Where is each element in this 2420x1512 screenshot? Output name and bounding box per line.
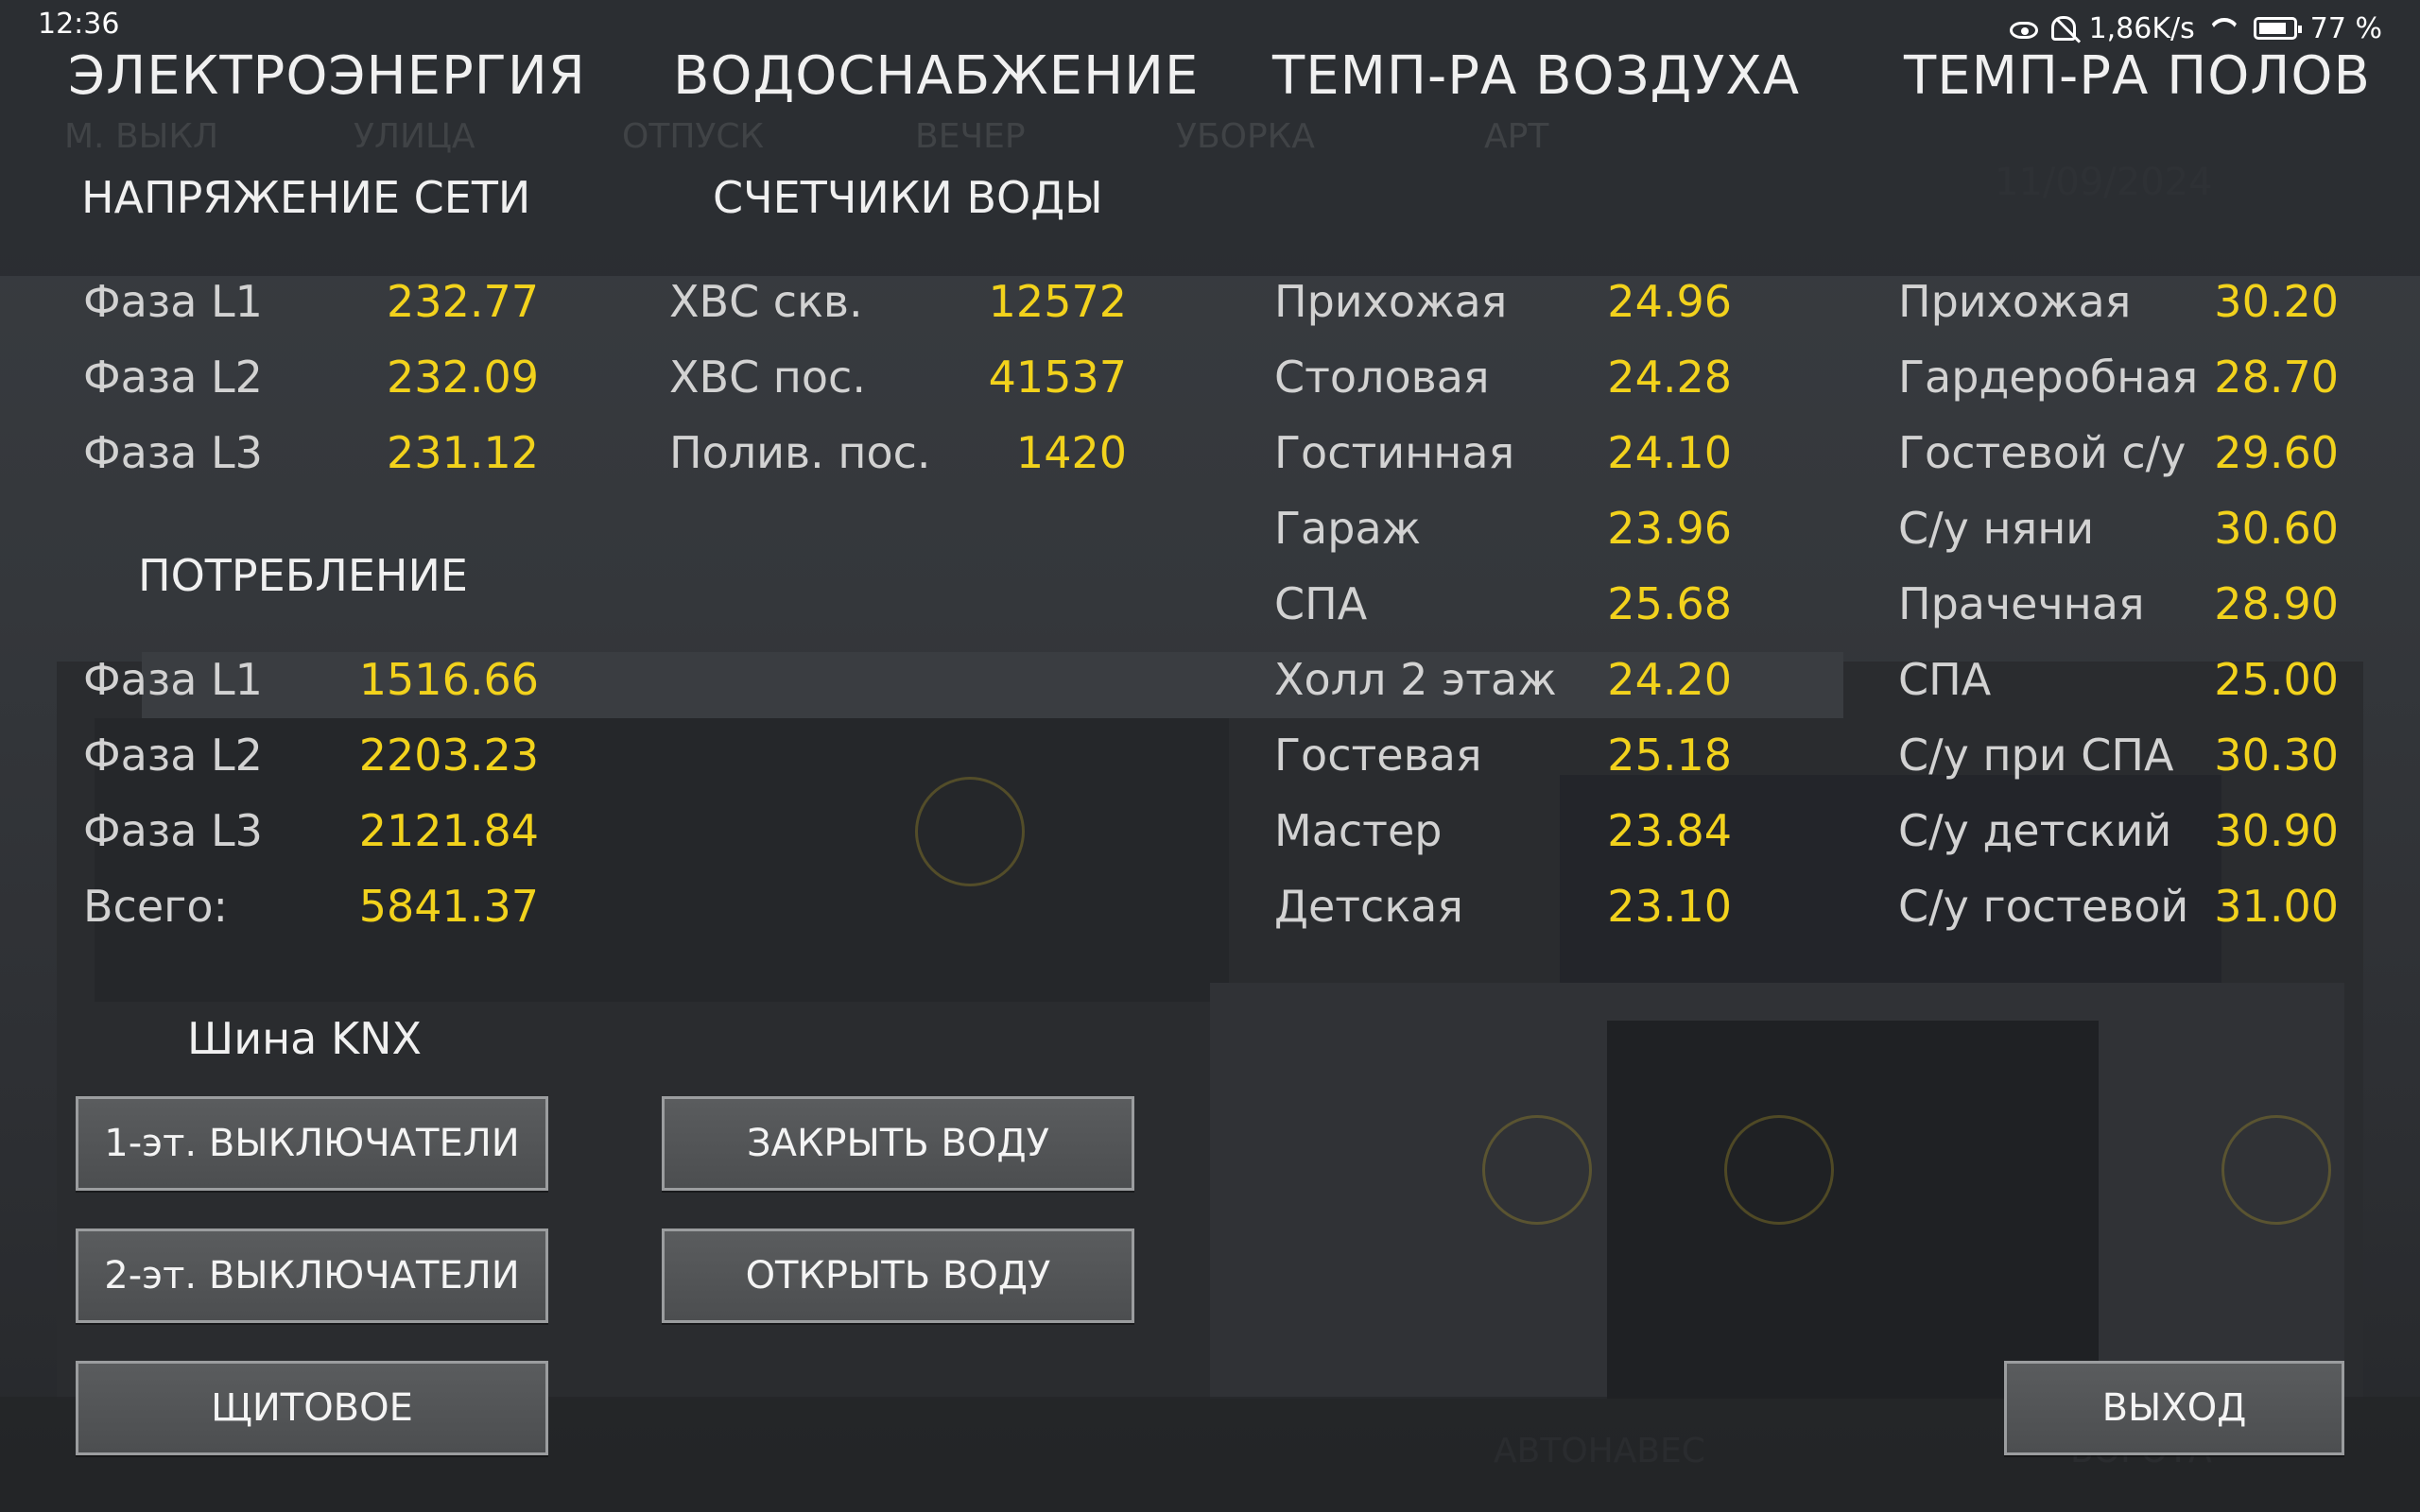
consumption-total-label: Всего:	[83, 881, 228, 932]
floor-temp-value: 31.00	[2214, 881, 2339, 932]
bg-tab: УЛИЦА	[354, 117, 475, 156]
air-temp-value: 24.10	[1607, 427, 1732, 478]
floor-temp-label: Прихожая	[1898, 276, 2132, 327]
bg-tab: УБОРКА	[1176, 117, 1315, 156]
air-temp-value: 23.84	[1607, 805, 1732, 856]
voltage-value: 232.77	[387, 276, 539, 327]
air-temp-label: Столовая	[1274, 352, 1490, 403]
water-meters-title: СЧЕТЧИКИ ВОДЫ	[713, 172, 1103, 223]
air-temp-label: Гараж	[1274, 503, 1422, 554]
water-meter-label: ХВС пос.	[669, 352, 866, 403]
floor-temp-value: 30.90	[2214, 805, 2339, 856]
floor-temp-value: 30.60	[2214, 503, 2339, 554]
air-temp-value: 25.68	[1607, 578, 1732, 629]
air-temp-label: СПА	[1274, 578, 1368, 629]
muted-bell-icon	[2050, 16, 2076, 41]
floor-temp-value: 29.60	[2214, 427, 2339, 478]
voltage-label: Фаза L2	[83, 352, 263, 403]
floor-temp-label: С/у няни	[1898, 503, 2095, 554]
air-temp-value: 24.96	[1607, 276, 1732, 327]
bg-tab: ВЕЧЕР	[915, 117, 1026, 156]
floor-temp-label: Гостевой с/у	[1898, 427, 2187, 478]
floor-temp-value: 25.00	[2214, 654, 2339, 705]
consumption-value: 2121.84	[358, 805, 539, 856]
eye-icon	[2009, 22, 2038, 39]
air-temp-label: Холл 2 этаж	[1274, 654, 1557, 705]
bg-tab: М. ВЫКЛ	[64, 117, 219, 156]
water-meter-value: 41537	[988, 352, 1127, 403]
air-temp-value: 24.20	[1607, 654, 1732, 705]
floor-temp-label: Гардеробная	[1898, 352, 2199, 403]
voltage-value: 232.09	[387, 352, 539, 403]
close-water-button[interactable]: ЗАКРЫТЬ ВОДУ	[662, 1096, 1134, 1191]
battery-level: 77 %	[2309, 11, 2382, 45]
water-meter-value: 12572	[988, 276, 1127, 327]
battery-icon	[2253, 17, 2302, 40]
consumption-label: Фаза L3	[83, 805, 263, 856]
exit-button[interactable]: ВЫХОД	[2004, 1361, 2344, 1455]
panel-button[interactable]: ЩИТОВОЕ	[76, 1361, 548, 1455]
floor-temp-value: 28.70	[2214, 352, 2339, 403]
air-temp-label: Гостевая	[1274, 730, 1482, 781]
bg-tab: АРТ	[1484, 117, 1549, 156]
header-electricity: ЭЛЕКТРОЭНЕРГИЯ	[68, 45, 586, 107]
consumption-title: ПОТРЕБЛЕНИЕ	[138, 550, 468, 601]
water-meter-label: Полив. пос.	[669, 427, 931, 478]
water-meter-value: 1420	[1015, 427, 1127, 478]
air-temp-value: 24.28	[1607, 352, 1732, 403]
floor-temp-value: 30.20	[2214, 276, 2339, 327]
air-temp-label: Гостинная	[1274, 427, 1515, 478]
air-temp-label: Прихожая	[1274, 276, 1508, 327]
air-temp-label: Мастер	[1274, 805, 1443, 856]
floor-temp-label: Прачечная	[1898, 578, 2145, 629]
status-time: 12:36	[38, 8, 120, 41]
consumption-total-value: 5841.37	[358, 881, 539, 932]
floor-temp-value: 28.90	[2214, 578, 2339, 629]
floor-temp-label: С/у при СПА	[1898, 730, 2174, 781]
voltage-title: НАПРЯЖЕНИЕ СЕТИ	[81, 172, 531, 223]
floor2-switches-button[interactable]: 2-эт. ВЫКЛЮЧАТЕЛИ	[76, 1228, 548, 1323]
bg-tab: ОТПУСК	[622, 117, 765, 156]
consumption-label: Фаза L2	[83, 730, 263, 781]
floor-temp-label: С/у детский	[1898, 805, 2172, 856]
header-air-temp: ТЕМП-РА ВОЗДУХА	[1272, 45, 1801, 107]
header-water: ВОДОСНАБЖЕНИЕ	[673, 45, 1200, 107]
consumption-value: 2203.23	[358, 730, 539, 781]
voltage-label: Фаза L3	[83, 427, 263, 478]
header-floor-temp: ТЕМП-РА ПОЛОВ	[1904, 45, 2371, 107]
net-speed: 1,86K/s	[2088, 11, 2195, 45]
status-icons: 1,86K/s 77 %	[2009, 8, 2382, 49]
air-temp-value: 23.10	[1607, 881, 1732, 932]
floor-temp-label: СПА	[1898, 654, 1992, 705]
knx-title: Шина KNX	[187, 1013, 423, 1064]
floor-temp-label: С/у гостевой	[1898, 881, 2189, 932]
wifi-icon	[2208, 16, 2240, 41]
air-temp-value: 25.18	[1607, 730, 1732, 781]
consumption-label: Фаза L1	[83, 654, 263, 705]
air-temp-label: Детская	[1274, 881, 1463, 932]
voltage-value: 231.12	[387, 427, 539, 478]
floor1-switches-button[interactable]: 1-эт. ВЫКЛЮЧАТЕЛИ	[76, 1096, 548, 1191]
air-temp-value: 23.96	[1607, 503, 1732, 554]
floor-temp-value: 30.30	[2214, 730, 2339, 781]
consumption-value: 1516.66	[358, 654, 539, 705]
water-meter-label: ХВС скв.	[669, 276, 863, 327]
open-water-button[interactable]: ОТКРЫТЬ ВОДУ	[662, 1228, 1134, 1323]
voltage-label: Фаза L1	[83, 276, 263, 327]
